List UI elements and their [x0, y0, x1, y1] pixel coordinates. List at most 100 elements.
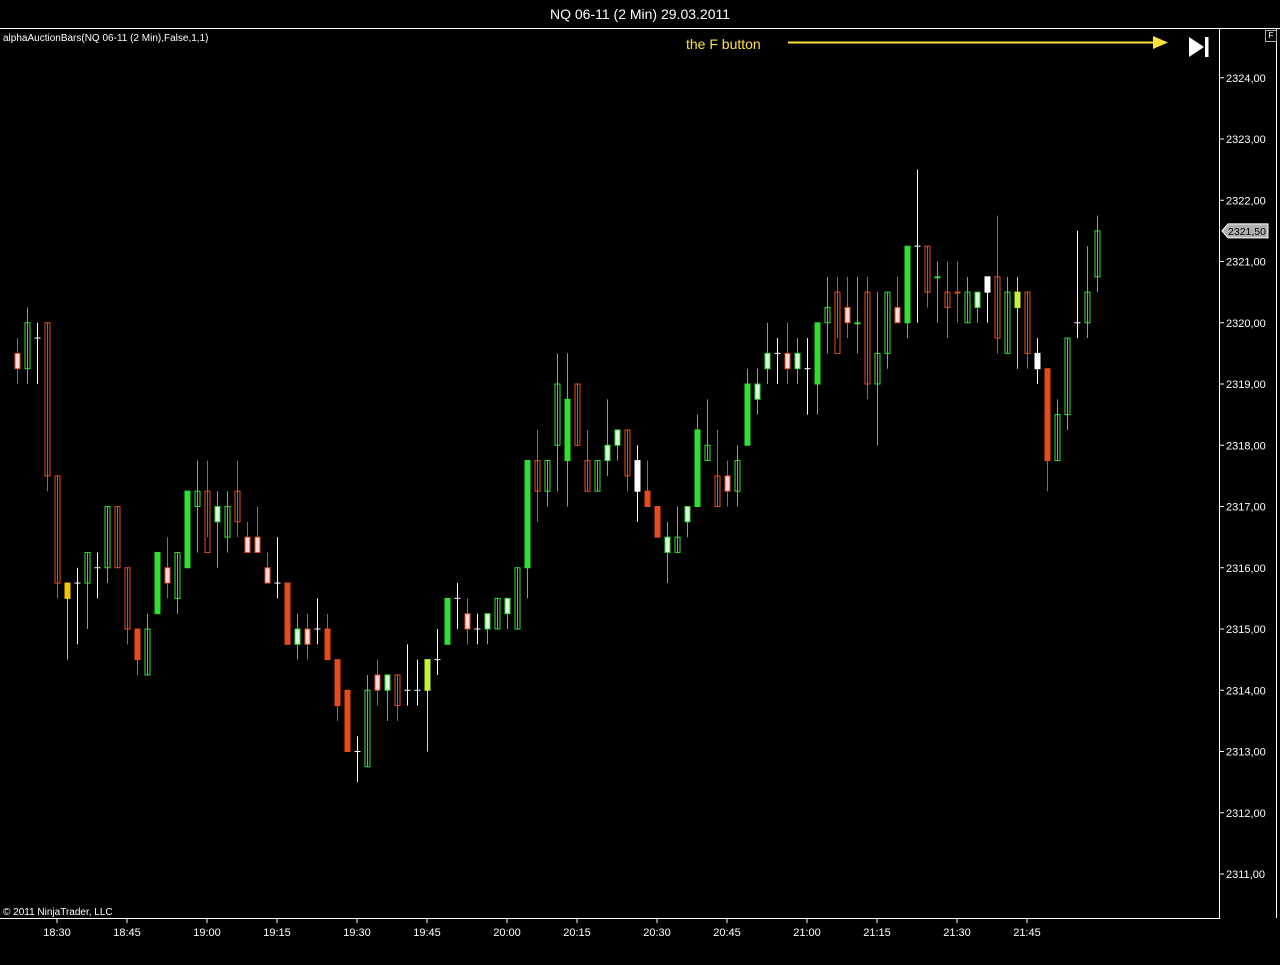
candle-body	[654, 506, 661, 538]
annotation-text: the F button	[686, 36, 761, 52]
candle	[74, 567, 81, 645]
candle	[224, 491, 231, 553]
candle	[324, 613, 331, 661]
candle	[664, 521, 671, 584]
candle-body	[134, 628, 141, 661]
candle-body	[154, 551, 161, 615]
candle	[554, 353, 561, 492]
candle-body	[524, 460, 531, 569]
candle	[904, 245, 911, 339]
candle	[94, 552, 101, 599]
candle	[54, 475, 61, 599]
y-tick-label: 2314,00	[1226, 685, 1266, 697]
candle	[504, 597, 511, 629]
candle-body	[604, 444, 611, 462]
candle-body	[684, 506, 691, 523]
candle-body	[14, 352, 21, 370]
candle-body	[324, 628, 331, 661]
candle-body	[784, 352, 791, 370]
candle	[714, 429, 721, 507]
candle	[434, 629, 441, 675]
x-tick-label: 20:00	[493, 927, 521, 939]
x-tick-label: 21:15	[863, 927, 891, 939]
candle-body	[814, 322, 821, 385]
candle	[254, 506, 261, 553]
candle-body	[444, 597, 451, 645]
skip-to-end-icon	[1189, 37, 1209, 57]
candle	[314, 598, 321, 645]
candle	[644, 460, 651, 507]
candle	[704, 399, 711, 462]
candle	[284, 582, 291, 645]
candle	[454, 583, 461, 629]
candle-body	[844, 306, 851, 324]
f-button[interactable]: F	[1265, 30, 1277, 42]
y-tick-label: 2316,00	[1226, 563, 1266, 575]
candle-body	[254, 536, 261, 553]
y-tick-label: 2311,00	[1226, 869, 1265, 881]
last-price-marker: 2321,50	[1221, 223, 1269, 239]
candle-body	[744, 383, 751, 446]
candle	[274, 537, 281, 599]
candle-body	[564, 398, 571, 462]
candle	[594, 460, 601, 492]
y-tick-label: 2322,00	[1226, 195, 1266, 207]
x-tick-label: 20:45	[713, 927, 741, 939]
candle	[724, 460, 731, 507]
candle	[964, 276, 971, 324]
candle	[534, 429, 541, 522]
y-tick-label: 2321,00	[1226, 257, 1266, 269]
candle-body	[854, 322, 861, 325]
candle	[774, 338, 781, 384]
skip-to-end-button[interactable]	[1186, 35, 1212, 59]
candle-body	[484, 613, 491, 630]
candle-body	[894, 306, 901, 324]
candle-body	[954, 291, 961, 294]
candle-body	[334, 659, 341, 707]
annotation-arrowhead	[1153, 36, 1168, 49]
candle	[874, 292, 881, 446]
candle	[294, 613, 301, 660]
y-axis: 2311,00 2312,00 2313,00 2314,00 2315,00 2316,…	[1220, 73, 1266, 881]
candle	[394, 674, 401, 721]
candle	[524, 460, 531, 599]
candle-body	[504, 597, 511, 615]
candle	[424, 659, 431, 752]
price-bars	[14, 169, 1101, 783]
candle-body	[244, 536, 251, 553]
candle	[544, 460, 551, 507]
x-tick-label: 19:15	[263, 927, 291, 939]
candle	[564, 353, 571, 507]
candle	[1084, 246, 1091, 339]
candle	[974, 291, 981, 323]
candle	[634, 445, 641, 522]
x-tick-label: 21:30	[943, 927, 971, 939]
x-tick-label: 21:45	[1013, 927, 1041, 939]
candle	[414, 659, 421, 706]
candle	[514, 567, 521, 630]
candle-body	[294, 628, 301, 645]
x-tick-label: 20:15	[563, 927, 591, 939]
candle	[1014, 276, 1021, 369]
candle	[914, 169, 921, 323]
candle	[124, 567, 131, 645]
candle-body	[64, 582, 71, 599]
candle	[354, 736, 361, 783]
candle-body	[934, 276, 941, 279]
candle-body	[184, 490, 191, 569]
x-tick-label: 19:00	[193, 927, 221, 939]
candle-body	[974, 291, 981, 308]
candle-body	[634, 460, 641, 492]
chart-canvas[interactable]: 2311,00 2312,00 2313,00 2314,00 2315,00 2316,…	[0, 0, 1280, 965]
candle	[264, 552, 271, 584]
candle	[84, 551, 91, 629]
y-tick-label: 2318,00	[1226, 440, 1266, 452]
indicator-label: alphaAuctionBars(NQ 06-11 (2 Min),False,…	[3, 33, 209, 44]
x-axis: 18:30 18:45 19:00 19:15 19:30 19:45 20:00 20:15…	[43, 918, 1041, 939]
candle-body	[644, 490, 651, 507]
candle	[494, 597, 501, 630]
candle	[144, 613, 151, 676]
candle-body	[664, 536, 671, 553]
candle	[814, 322, 821, 415]
candle	[474, 613, 481, 645]
